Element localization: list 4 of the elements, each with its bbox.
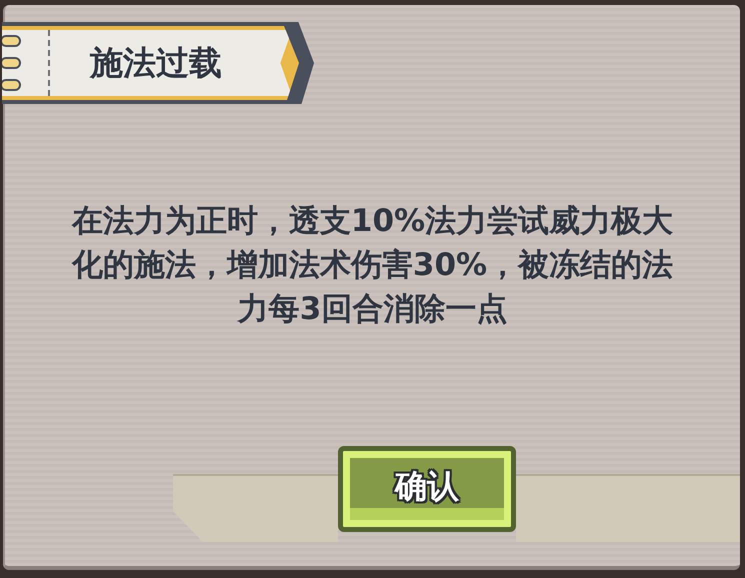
rings-icon	[0, 33, 22, 93]
confirm-button[interactable]: 确认	[338, 446, 516, 532]
description-text: 在法力为正时，透支10%法力尝试威力极大化的施法，增加法术伤害30%，被冻结的法力每3回合消除一点	[70, 202, 674, 329]
dialog-title: 施法过载	[90, 42, 222, 84]
